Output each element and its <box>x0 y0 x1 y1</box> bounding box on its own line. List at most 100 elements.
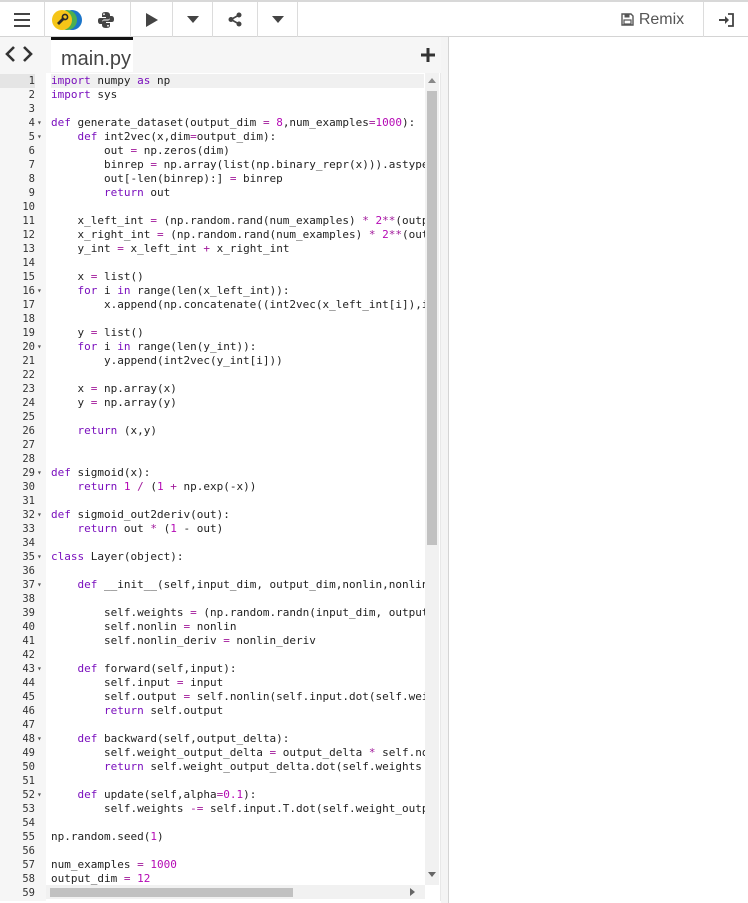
line-number: 7 <box>28 159 35 171</box>
code-line[interactable]: 14 <box>0 256 440 270</box>
code-line[interactable]: 38 <box>0 592 440 606</box>
tab-main-py[interactable]: main.py <box>51 37 133 72</box>
horizontal-scroll-thumb[interactable] <box>50 888 293 897</box>
code-line[interactable]: 54 <box>0 816 440 830</box>
code-line[interactable]: 5 ▾ def int2vec(x,dim=output_dim): <box>0 130 440 144</box>
code-line[interactable]: 44 self.input = input <box>0 676 440 690</box>
code-line[interactable]: 46 return self.output <box>0 704 440 718</box>
code-line[interactable]: 4 ▾ def generate_dataset(output_dim = 8,nu… <box>0 116 440 130</box>
code-line[interactable]: 47 <box>0 718 440 732</box>
code-line[interactable]: 57 num_examples = 1000 <box>0 858 440 872</box>
code-line[interactable]: 51 <box>0 774 440 788</box>
code-line[interactable]: 48 ▾ def backward(self,output_delta): <box>0 732 440 746</box>
code-line[interactable]: 33 return out * (1 - out) <box>0 522 440 536</box>
code-line[interactable]: 58 output_dim = 12 <box>0 872 440 886</box>
code-line[interactable]: 40 self.nonlin = nonlin <box>0 620 440 634</box>
code-line[interactable]: 50 return self.weight_output_delta.dot(s… <box>0 760 440 774</box>
code-line[interactable]: 16 ▾ for i in range(len(x_left_int)): <box>0 284 440 298</box>
code-line[interactable]: 42 <box>0 648 440 662</box>
code-line[interactable]: 43 ▾ def forward(self,input): <box>0 662 440 676</box>
sign-in-button[interactable] <box>704 2 748 37</box>
code-line[interactable]: 9 return out <box>0 186 440 200</box>
fold-arrow-icon[interactable]: ▾ <box>37 116 42 130</box>
chevron-right-icon[interactable] <box>22 46 34 62</box>
scroll-up-arrow-icon[interactable] <box>428 78 436 83</box>
code-line[interactable]: 15 x = list() <box>0 270 440 284</box>
code-line[interactable]: 2 import sys <box>0 88 440 102</box>
run-options-dropdown[interactable] <box>173 2 212 37</box>
code-line[interactable]: 45 self.output = self.nonlin(self.input.… <box>0 690 440 704</box>
code-line[interactable]: 25 <box>0 410 440 424</box>
line-number: 18 <box>22 313 35 325</box>
menu-button[interactable] <box>0 2 44 37</box>
code-line[interactable]: 19 y = list() <box>0 326 440 340</box>
code-line[interactable]: 10 <box>0 200 440 214</box>
vertical-scroll-thumb[interactable] <box>427 91 437 545</box>
code-line[interactable]: 27 <box>0 438 440 452</box>
fold-arrow-icon[interactable]: ▾ <box>37 732 42 746</box>
fold-arrow-icon[interactable]: ▾ <box>37 788 42 802</box>
code-line[interactable]: 12 x_right_int = (np.random.rand(num_exa… <box>0 228 440 242</box>
horizontal-scrollbar[interactable] <box>46 885 425 899</box>
remix-button[interactable]: Remix <box>607 2 698 37</box>
code-line[interactable]: 34 <box>0 536 440 550</box>
code-line[interactable]: 55 np.random.seed(1) <box>0 830 440 844</box>
share-button[interactable] <box>213 2 257 37</box>
code-line[interactable]: 29 ▾ def sigmoid(x): <box>0 466 440 480</box>
fold-arrow-icon[interactable]: ▾ <box>37 284 42 298</box>
line-number: 24 <box>22 397 35 409</box>
code-line[interactable]: 39 self.weights = (np.random.randn(input… <box>0 606 440 620</box>
chevron-left-icon[interactable] <box>4 46 16 62</box>
vertical-scrollbar[interactable] <box>425 73 439 885</box>
code-line[interactable]: 37 ▾ def __init__(self,input_dim, output_… <box>0 578 440 592</box>
code-line[interactable]: 3 <box>0 102 440 116</box>
code-line[interactable]: 7 binrep = np.array(list(np.binary_repr(… <box>0 158 440 172</box>
scroll-down-arrow-icon[interactable] <box>428 872 436 877</box>
code-line[interactable]: 1 import numpy as np <box>0 74 440 88</box>
fold-arrow-icon[interactable]: ▾ <box>37 466 42 480</box>
pane-splitter[interactable] <box>441 37 448 903</box>
run-button[interactable] <box>131 2 172 37</box>
code-line[interactable]: 30 return 1 / (1 + np.exp(-x)) <box>0 480 440 494</box>
scroll-right-arrow-icon[interactable] <box>410 888 415 896</box>
code-line[interactable]: 8 out[-len(binrep):] = binrep <box>0 172 440 186</box>
code-line[interactable]: 32 ▾ def sigmoid_out2deriv(out): <box>0 508 440 522</box>
line-number: 12 <box>22 229 35 241</box>
language-logo-button[interactable] <box>48 2 86 37</box>
code-line[interactable]: 22 <box>0 368 440 382</box>
code-line[interactable]: 52 ▾ def update(self,alpha=0.1): <box>0 788 440 802</box>
line-number: 55 <box>22 831 35 843</box>
code-editor[interactable]: 1 import numpy as np 2 import sys 3 4 ▾ def gen… <box>0 73 441 901</box>
share-options-dropdown[interactable] <box>258 2 297 37</box>
fold-arrow-icon[interactable]: ▾ <box>37 578 42 592</box>
code-line[interactable]: 11 x_left_int = (np.random.rand(num_exam… <box>0 214 440 228</box>
code-line[interactable]: 49 self.weight_output_delta = output_del… <box>0 746 440 760</box>
line-number: 59 <box>22 887 35 899</box>
code-line[interactable]: 13 y_int = x_left_int + x_right_int <box>0 242 440 256</box>
line-number: 42 <box>22 649 35 661</box>
code-line[interactable]: 31 <box>0 494 440 508</box>
code-line[interactable]: 21 y.append(int2vec(y_int[i])) <box>0 354 440 368</box>
fold-arrow-icon[interactable]: ▾ <box>37 340 42 354</box>
fold-arrow-icon[interactable]: ▾ <box>37 550 42 564</box>
add-file-icon[interactable] <box>418 45 438 65</box>
line-number: 43 <box>22 663 35 675</box>
fold-arrow-icon[interactable]: ▾ <box>37 662 42 676</box>
fold-arrow-icon[interactable]: ▾ <box>37 130 42 144</box>
code-line[interactable]: 36 <box>0 564 440 578</box>
code-line[interactable]: 26 return (x,y) <box>0 424 440 438</box>
code-line[interactable]: 35 ▾ class Layer(object): <box>0 550 440 564</box>
code-line[interactable]: 6 out = np.zeros(dim) <box>0 144 440 158</box>
code-line[interactable]: 41 self.nonlin_deriv = nonlin_deriv <box>0 634 440 648</box>
fold-arrow-icon[interactable]: ▾ <box>37 508 42 522</box>
line-number: 20 <box>22 341 35 353</box>
code-line[interactable]: 17 x.append(np.concatenate((int2vec(x_le… <box>0 298 440 312</box>
code-line[interactable]: 28 <box>0 452 440 466</box>
code-line[interactable]: 53 self.weights -= self.input.T.dot(self… <box>0 802 440 816</box>
python-button[interactable] <box>88 2 124 37</box>
code-line[interactable]: 24 y = np.array(y) <box>0 396 440 410</box>
code-line[interactable]: 18 <box>0 312 440 326</box>
code-line[interactable]: 20 ▾ for i in range(len(y_int)): <box>0 340 440 354</box>
code-line[interactable]: 23 x = np.array(x) <box>0 382 440 396</box>
code-line[interactable]: 56 <box>0 844 440 858</box>
